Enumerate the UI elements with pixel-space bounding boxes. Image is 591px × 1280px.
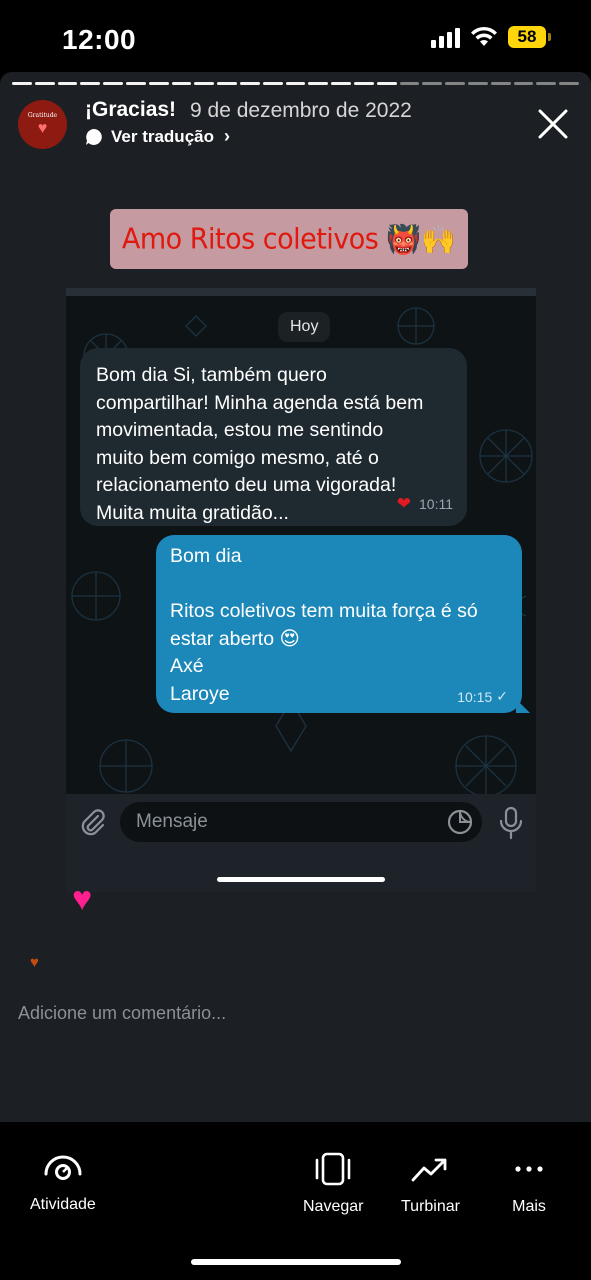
more-button[interactable]: Mais: [511, 1152, 547, 1216]
paperclip-icon: [81, 809, 105, 836]
boost-label: Turbinar: [401, 1198, 460, 1215]
message-input: [120, 802, 482, 842]
trending-up-icon: [412, 1158, 447, 1182]
sent-check-icon: ✓: [496, 688, 508, 704]
close-icon: [538, 109, 568, 139]
navigate-label: Navegar: [303, 1198, 364, 1215]
incoming-message-meta: ❤ 10:11: [397, 494, 453, 514]
incoming-message-time: 10:11: [419, 496, 453, 512]
status-indicators: 58: [431, 26, 551, 48]
eye-icon: [44, 1155, 82, 1180]
more-label: Mais: [512, 1198, 546, 1215]
small-heart-icon: ♥: [30, 954, 39, 971]
date-chip: Hoy: [278, 312, 331, 342]
wifi-icon: [471, 26, 497, 46]
status-bar: 12:00 58: [0, 0, 591, 72]
carousel-icon: [315, 1152, 351, 1186]
translate-label: Ver tradução: [111, 126, 214, 146]
story-date: 9 de dezembro de 2022: [190, 99, 412, 122]
story-header: Gratitude ♥ ¡Gracias! 9 de dezembro de 2…: [18, 98, 573, 154]
cellular-signal-icon: [431, 26, 460, 48]
avatar[interactable]: Gratitude ♥: [18, 100, 67, 149]
navigate-button[interactable]: Navegar: [303, 1152, 363, 1216]
home-indicator: [191, 1259, 401, 1265]
sticker-text: Amo Ritos coletivos: [121, 222, 379, 256]
battery-icon: 58: [508, 26, 551, 48]
status-time: 12:00: [62, 24, 137, 55]
comment-input[interactable]: [18, 998, 558, 1028]
chat-screenshot: Hoy Bom dia Si, também quero compartilha…: [66, 288, 536, 820]
close-button[interactable]: [533, 104, 573, 144]
sticker-icon: [447, 809, 473, 835]
activity-button[interactable]: Atividade: [30, 1152, 96, 1214]
boost-button[interactable]: Turbinar: [401, 1152, 460, 1216]
screenshot-home-indicator: [217, 877, 385, 882]
chevron-right-icon: ›: [224, 126, 230, 146]
heart-logo-icon: ♥: [37, 120, 48, 137]
outgoing-message: Bom dia Ritos coletivos tem muita força …: [156, 535, 530, 713]
speech-bubble-icon: [86, 128, 102, 145]
outgoing-message-text: Bom dia Ritos coletivos tem muita força …: [170, 545, 478, 705]
translate-link[interactable]: Ver tradução ›: [85, 126, 230, 147]
story-author-title[interactable]: ¡Gracias!: [85, 98, 176, 122]
more-dots-icon: [515, 1166, 543, 1172]
like-heart-icon[interactable]: ♥: [72, 880, 92, 919]
incoming-message: Bom dia Si, também quero compartilhar! M…: [80, 348, 467, 526]
chat-input-bar: [66, 794, 536, 892]
heart-reaction-icon: ❤: [396, 494, 411, 513]
microphone-icon: [499, 806, 523, 840]
battery-level: 58: [508, 26, 546, 48]
text-sticker: Amo Ritos coletivos 👹🙌: [110, 209, 468, 269]
avatar-text: Gratitude: [27, 112, 58, 119]
outgoing-message-meta: 10:15 ✓: [457, 688, 508, 705]
sticker-emojis: 👹🙌: [386, 223, 457, 255]
activity-label: Atividade: [30, 1196, 96, 1213]
bottom-toolbar: Atividade Navegar Turbinar Mais: [0, 1122, 591, 1280]
story-progress: [12, 82, 579, 85]
outgoing-message-time: 10:15: [457, 688, 493, 705]
